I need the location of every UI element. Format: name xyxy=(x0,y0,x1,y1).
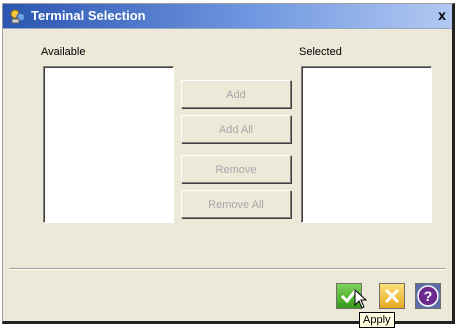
apply-tooltip: Apply xyxy=(359,312,395,328)
selected-list[interactable] xyxy=(301,66,432,223)
available-list[interactable] xyxy=(43,66,174,223)
mouse-cursor-icon xyxy=(354,289,368,309)
help-button[interactable]: ? xyxy=(415,283,441,309)
add-button[interactable]: Add xyxy=(181,80,291,108)
available-label: Available xyxy=(41,46,86,58)
remove-all-button[interactable]: Remove All xyxy=(181,190,291,218)
close-button[interactable]: x xyxy=(434,8,450,24)
remove-button[interactable]: Remove xyxy=(181,155,291,183)
help-icon: ? xyxy=(417,285,439,307)
cancel-button[interactable] xyxy=(379,283,405,309)
footer-divider xyxy=(9,268,446,270)
selected-label: Selected xyxy=(299,46,342,58)
terminal-selection-dialog: Terminal Selection x Available Selected … xyxy=(2,3,455,324)
title-bar: Terminal Selection x xyxy=(3,4,452,29)
x-cancel-icon xyxy=(384,288,400,304)
window-title: Terminal Selection xyxy=(31,8,146,23)
app-icon xyxy=(10,9,26,24)
close-icon[interactable]: x xyxy=(438,7,446,23)
svg-text:?: ? xyxy=(424,288,433,304)
add-all-button[interactable]: Add All xyxy=(181,115,291,143)
